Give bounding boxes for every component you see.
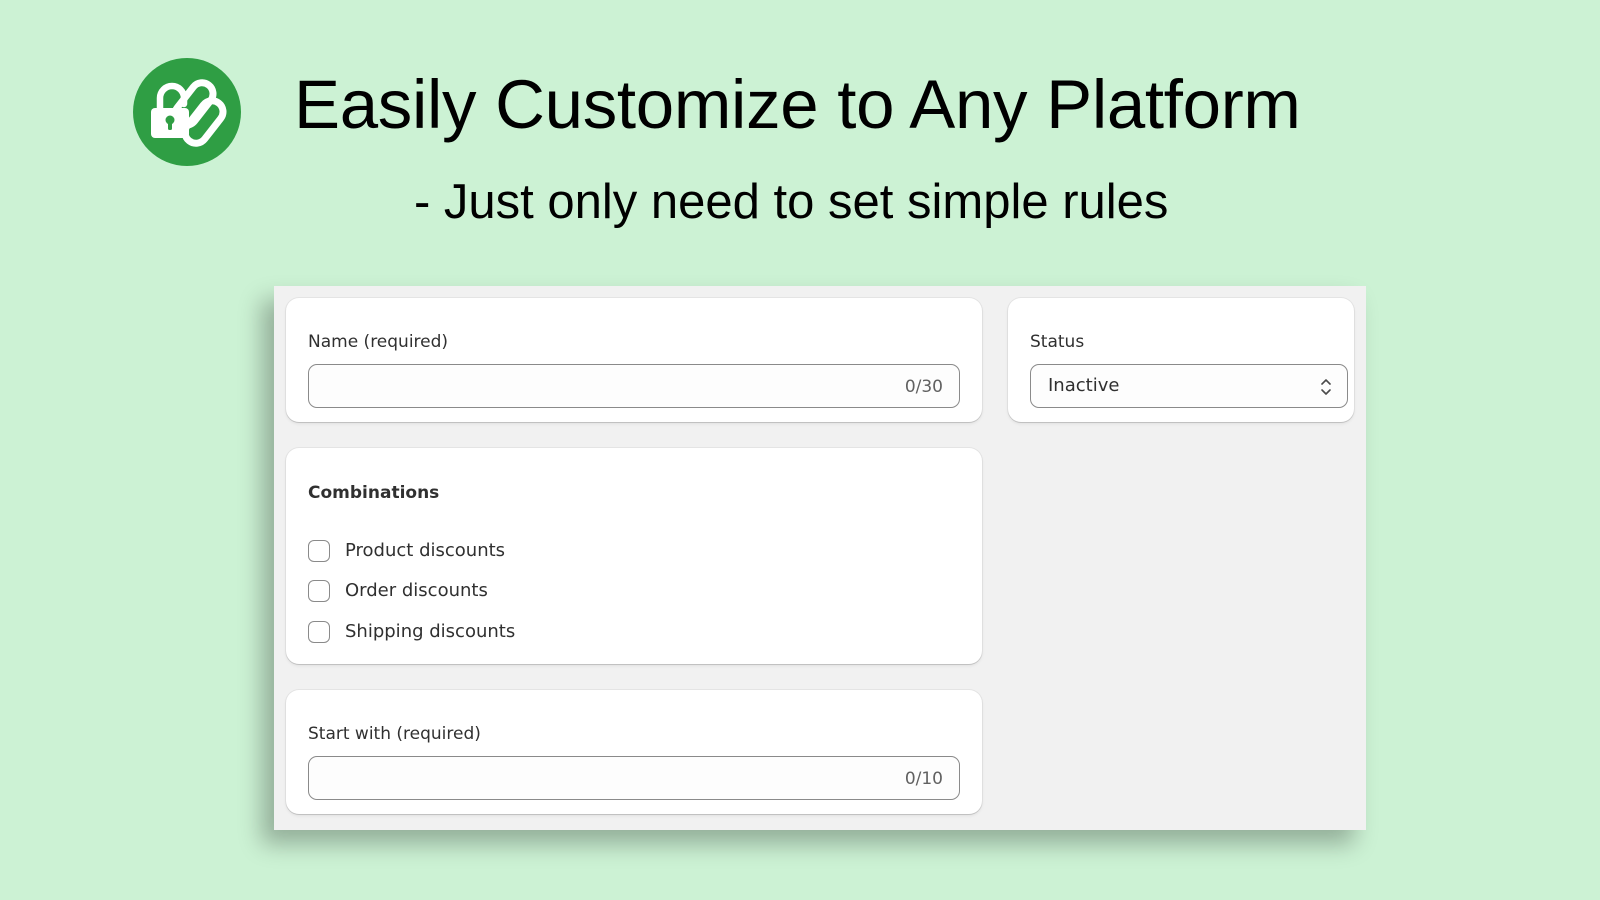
form-panel: Name (required) 0/30 Status Inactive Com…	[274, 286, 1366, 830]
name-input[interactable]	[323, 374, 843, 398]
lock-link-icon	[151, 79, 227, 147]
checkbox-label: Shipping discounts	[345, 621, 516, 642]
checkbox-order-discounts[interactable]: Order discounts	[308, 579, 708, 605]
checkbox-label: Product discounts	[345, 540, 506, 561]
status-card: Status Inactive	[1008, 298, 1354, 422]
name-card: Name (required) 0/30	[286, 298, 982, 422]
status-selected-value: Inactive	[1048, 375, 1120, 396]
page-subtitle: - Just only need to set simple rules	[414, 175, 1169, 229]
checkbox-box[interactable]	[308, 540, 330, 562]
checkbox-label: Order discounts	[345, 580, 488, 601]
page-title: Easily Customize to Any Platform	[294, 66, 1301, 143]
checkbox-shipping-discounts[interactable]: Shipping discounts	[308, 620, 708, 646]
name-label: Name (required)	[308, 332, 449, 352]
start-with-input[interactable]	[323, 766, 843, 790]
start-with-char-counter: 0/10	[904, 769, 943, 789]
status-label: Status	[1030, 332, 1085, 352]
name-char-counter: 0/30	[904, 377, 943, 397]
name-field[interactable]: 0/30	[308, 364, 960, 408]
combinations-card: Combinations Product discounts Order dis…	[286, 448, 982, 664]
checkbox-box[interactable]	[308, 580, 330, 602]
start-with-card: Start with (required) 0/10	[286, 690, 982, 814]
start-with-field[interactable]: 0/10	[308, 756, 960, 800]
select-chevrons-icon	[1321, 379, 1331, 395]
app-logo	[133, 58, 241, 166]
checkbox-box[interactable]	[308, 621, 330, 643]
combinations-heading: Combinations	[308, 483, 440, 503]
status-select[interactable]: Inactive	[1030, 364, 1348, 408]
start-with-label: Start with (required)	[308, 724, 481, 744]
checkbox-product-discounts[interactable]: Product discounts	[308, 539, 708, 565]
